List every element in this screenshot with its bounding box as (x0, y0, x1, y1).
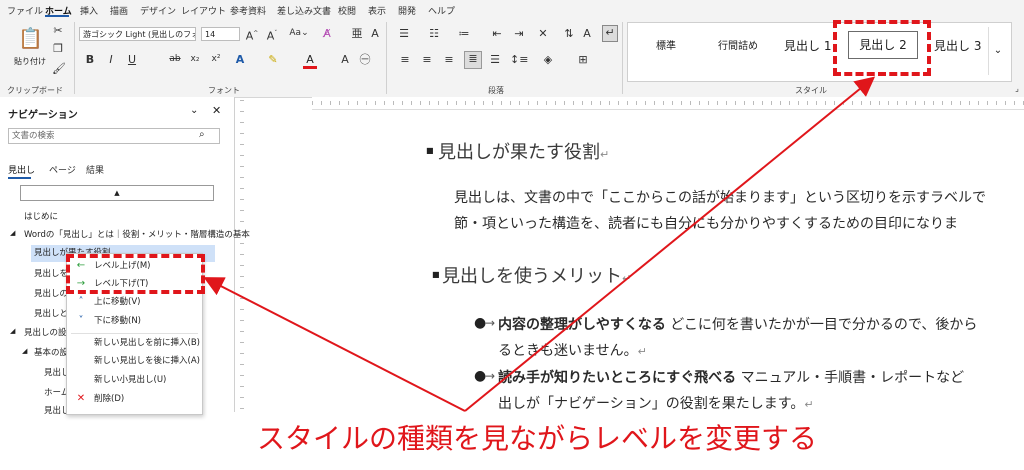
annotation-caption: スタイルの種類を見ながらレベルを変更する (257, 422, 818, 455)
arrow-to-menu (203, 277, 466, 412)
arrow-to-style (464, 76, 876, 412)
annotation-arrows (203, 76, 876, 412)
